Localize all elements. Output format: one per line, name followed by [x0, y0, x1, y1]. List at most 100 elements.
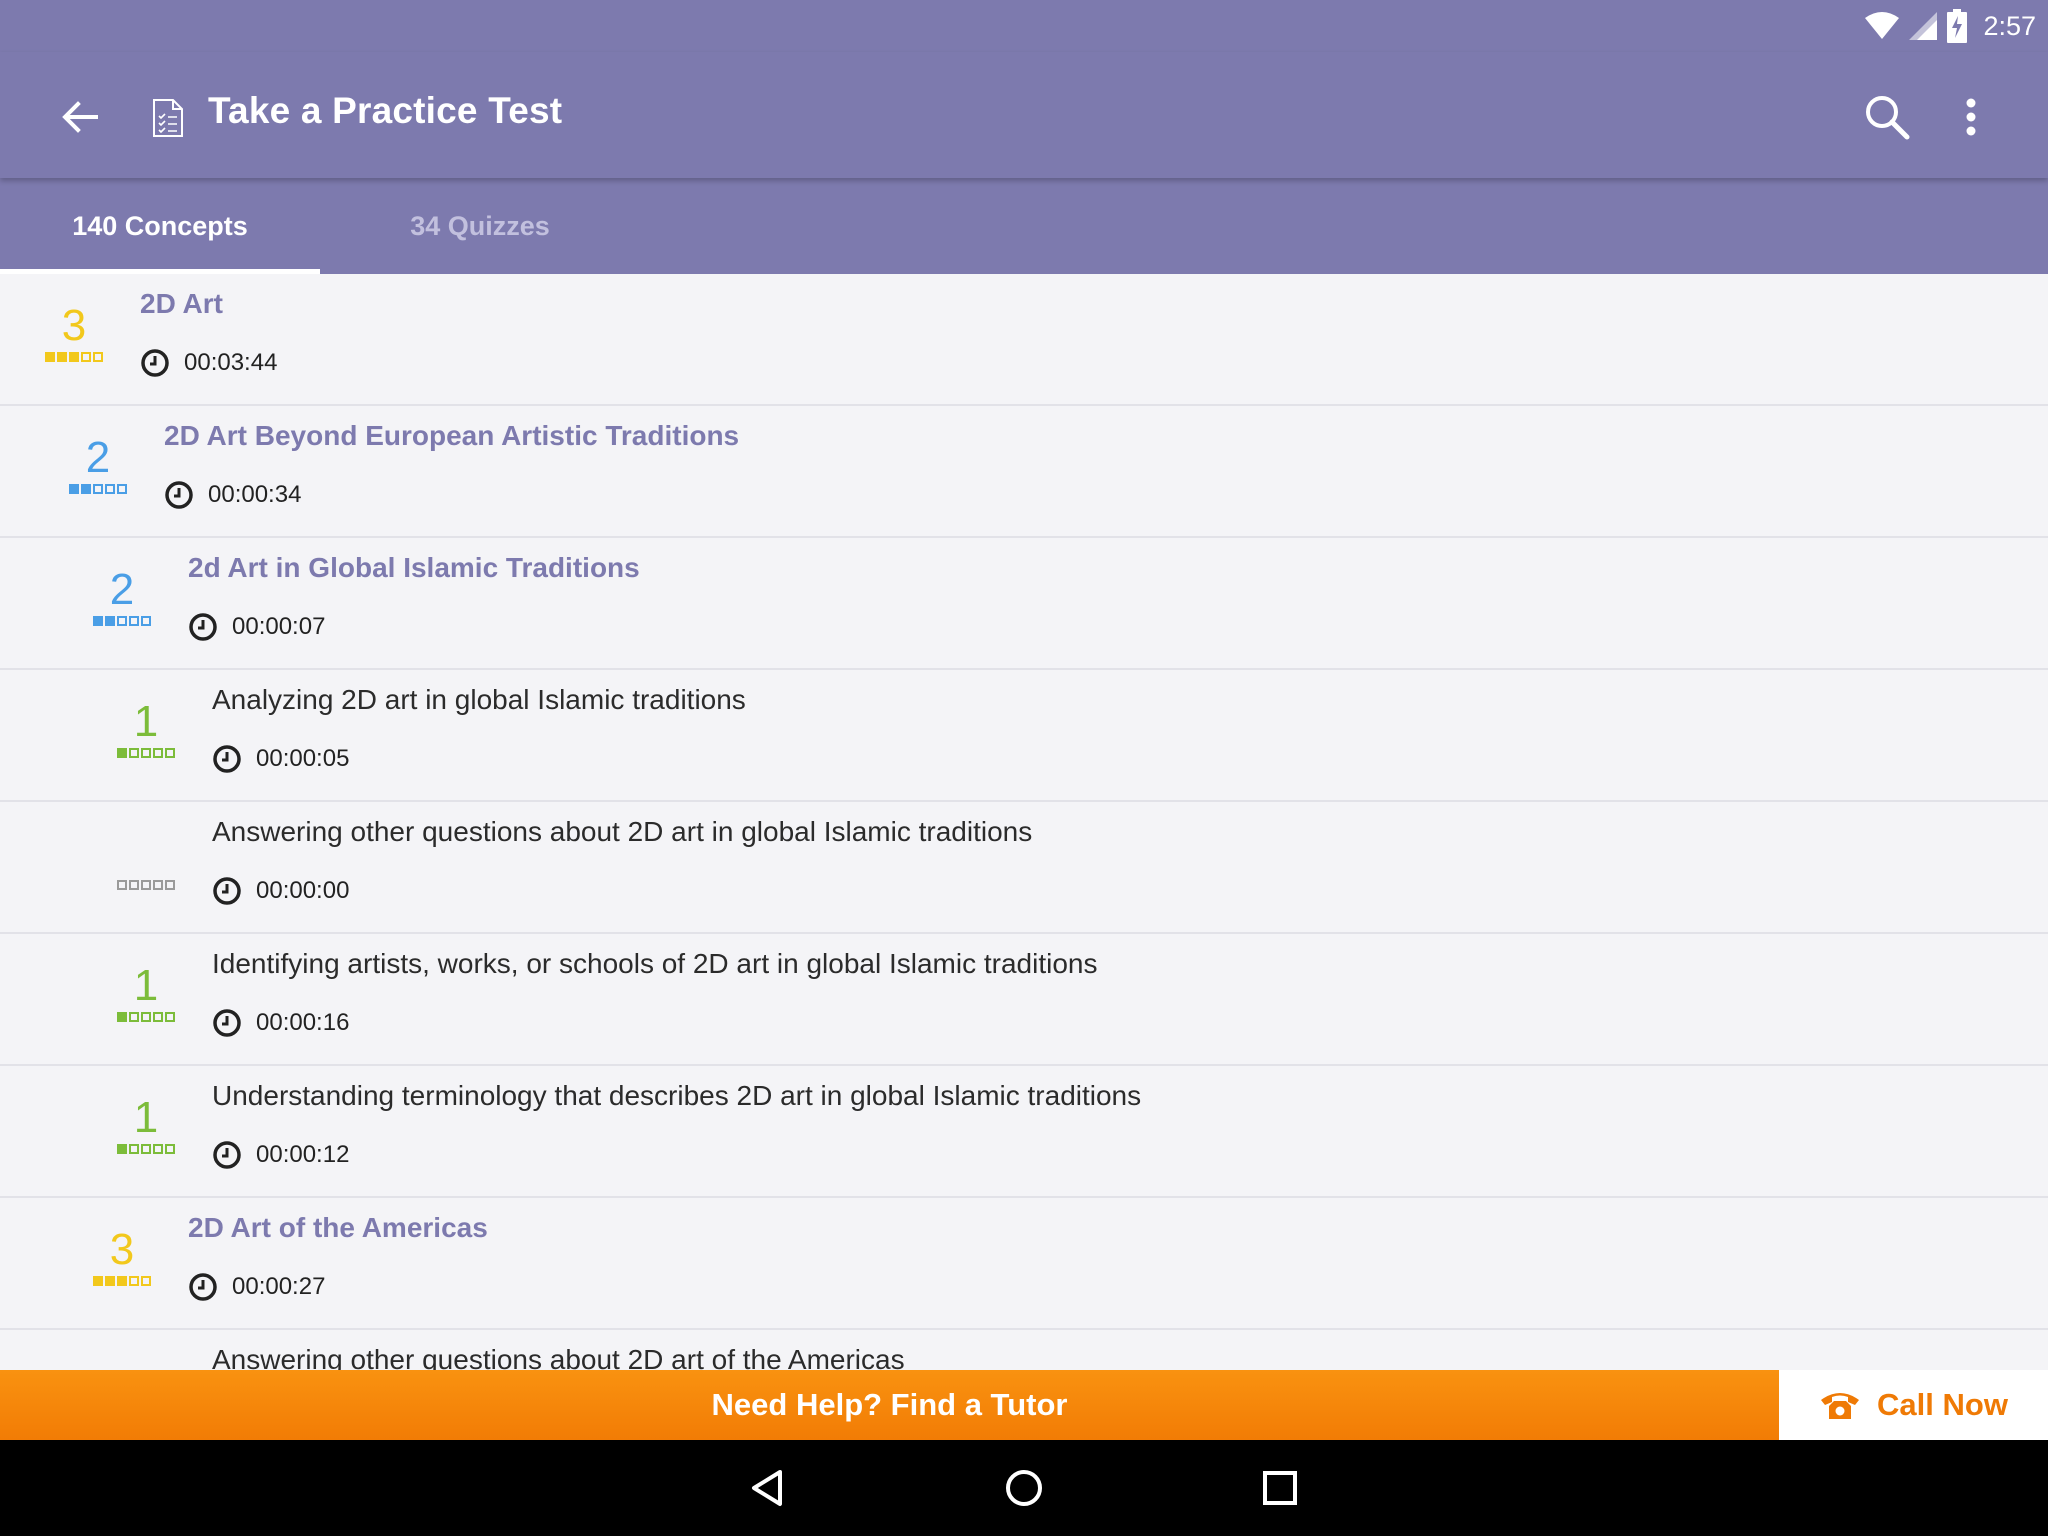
mastery-dot: [93, 484, 103, 494]
page-title: Take a Practice Test: [208, 90, 563, 131]
mastery-dot: [117, 880, 127, 890]
mastery-dot: [69, 352, 79, 362]
app-bar: Take a Practice Test: [0, 52, 2048, 178]
mastery-level-number: 2: [109, 565, 135, 614]
signal-icon: [1909, 12, 1938, 40]
concept-time-value: 00:00:00: [256, 877, 350, 904]
concept-group-row[interactable]: 3 2D Art 00:03:44: [0, 274, 2048, 406]
mastery-dot: [117, 748, 127, 758]
mastery-dot: [153, 1144, 163, 1154]
mastery-dot: [141, 748, 151, 758]
concept-title: 2D Art: [140, 288, 223, 319]
mastery-dot: [153, 748, 163, 758]
mastery-dot: [93, 1276, 103, 1286]
concept-group-row[interactable]: 3 2D Art of the Americas 00:00:27: [0, 1198, 2048, 1330]
phone-icon: [1821, 1393, 1860, 1419]
back-button[interactable]: [50, 92, 110, 142]
mastery-level-number: [114, 830, 178, 878]
concept-time: 00:00:05: [212, 744, 349, 774]
nav-back-button[interactable]: [738, 1458, 798, 1518]
tab-quizzes[interactable]: 34 Quizzes: [320, 178, 640, 274]
mastery-dots: [90, 1276, 154, 1286]
mastery-level: 1: [114, 962, 178, 1022]
tab-concepts[interactable]: 140 Concepts: [0, 178, 320, 274]
clock-icon: [213, 877, 241, 905]
mastery-level: 1: [114, 698, 178, 758]
mastery-dot: [117, 1144, 127, 1154]
mastery-dot: [105, 616, 115, 626]
tab-indicator: [0, 269, 320, 274]
concept-time: 00:00:00: [212, 876, 349, 906]
concept-time-value: 00:00:34: [208, 481, 302, 508]
clock-icon: [213, 1141, 241, 1169]
mastery-dot: [81, 484, 91, 494]
mastery-dot: [93, 352, 103, 362]
mastery-dot: [81, 352, 91, 362]
call-now-button[interactable]: Call Now: [1779, 1370, 2048, 1440]
concept-time: 00:00:27: [188, 1272, 325, 1302]
mastery-dots: [66, 484, 130, 494]
clock-icon: [213, 745, 241, 773]
mastery-dots: [42, 352, 106, 362]
concept-group-row[interactable]: 2 2d Art in Global Islamic Traditions 00:0…: [0, 538, 2048, 670]
clock-icon: [141, 349, 169, 377]
mastery-dot: [129, 748, 139, 758]
tab-bar: 140 Concepts 34 Quizzes: [0, 178, 2048, 274]
mastery-dot: [45, 352, 55, 362]
mastery-dot: [153, 880, 163, 890]
mastery-level: 3: [90, 1226, 154, 1286]
mastery-dot: [165, 1012, 175, 1022]
wifi-icon: [1865, 12, 1900, 39]
mastery-dot: [57, 352, 67, 362]
mastery-dot: [129, 880, 139, 890]
tutor-banner: Need Help? Find a Tutor Call Now: [0, 1370, 2048, 1440]
mastery-dot: [129, 1012, 139, 1022]
mastery-level-number: 1: [133, 1093, 159, 1142]
mastery-dots: [114, 880, 178, 890]
concept-row[interactable]: Answering other questions about 2D art i…: [0, 802, 2048, 934]
status-icons: 2:57: [1865, 6, 2036, 46]
concept-title: 2D Art Beyond European Artistic Traditio…: [164, 420, 740, 451]
mastery-dot: [165, 880, 175, 890]
clock-icon: [213, 1009, 241, 1037]
mastery-level-number: 1: [133, 961, 159, 1010]
find-tutor-button[interactable]: Need Help? Find a Tutor: [0, 1370, 1779, 1440]
nav-recents-icon: [1263, 1471, 1297, 1505]
mastery-dot: [153, 1012, 163, 1022]
concept-title: Identifying artists, works, or schools o…: [212, 948, 1098, 979]
mastery-dot: [93, 616, 103, 626]
mastery-dots: [90, 616, 154, 626]
battery-charging-icon: [1947, 9, 1968, 43]
mastery-dots: [114, 1144, 178, 1154]
mastery-dots: [114, 748, 178, 758]
nav-recents-button[interactable]: [1250, 1458, 1310, 1518]
concept-row[interactable]: Answering other questions about 2D art o…: [0, 1330, 2048, 1370]
concept-row[interactable]: 1 Identifying artists, works, or schools …: [0, 934, 2048, 1066]
concept-row[interactable]: 1 Analyzing 2D art in global Islamic trad…: [0, 670, 2048, 802]
concept-time-value: 00:00:05: [256, 745, 350, 772]
mastery-dot: [141, 880, 151, 890]
concept-group-row[interactable]: 2 2D Art Beyond European Artistic Traditi…: [0, 406, 2048, 538]
concept-title: Analyzing 2D art in global Islamic tradi…: [212, 684, 746, 715]
concept-time: 00:00:12: [212, 1140, 349, 1170]
nav-home-button[interactable]: [994, 1458, 1054, 1518]
mastery-dot: [117, 1012, 127, 1022]
concept-title: Answering other questions about 2D art i…: [212, 816, 1033, 847]
navigation-bar: [0, 1440, 2048, 1536]
mastery-dot: [141, 1012, 151, 1022]
mastery-dot: [129, 616, 139, 626]
concept-row[interactable]: 1 Understanding terminology that describe…: [0, 1066, 2048, 1198]
concept-time: 00:00:07: [188, 612, 325, 642]
concept-time-value: 00:00:16: [256, 1009, 350, 1036]
clock-icon: [189, 613, 217, 641]
mastery-dot: [141, 1144, 151, 1154]
concept-title: Understanding terminology that describes…: [212, 1080, 1142, 1111]
mastery-dots: [114, 1012, 178, 1022]
more-options-button[interactable]: [1950, 90, 1992, 144]
screen: 2:57 Take a Practice Test 140 Concepts 3…: [0, 0, 2048, 1536]
search-icon: [1866, 96, 1910, 140]
concept-title: 2D Art of the Americas: [188, 1212, 488, 1243]
mastery-level-number: 1: [133, 697, 159, 746]
search-button[interactable]: [1860, 90, 1914, 144]
mastery-dot: [129, 1144, 139, 1154]
